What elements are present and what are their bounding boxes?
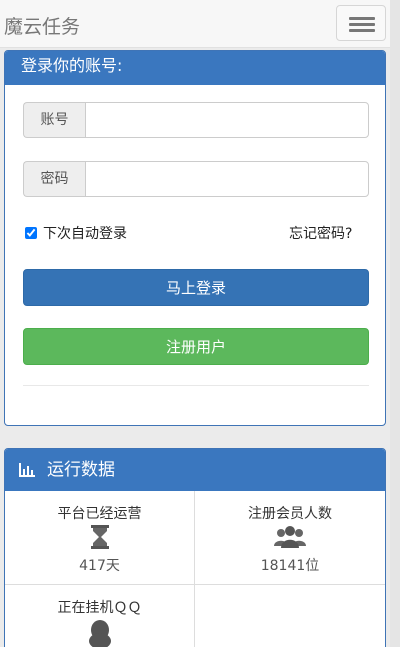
stat-cell-4 [195, 585, 385, 647]
register-button[interactable]: 注册用户 [23, 328, 369, 365]
password-label: 密码 [23, 161, 85, 197]
remember-me-checkbox[interactable] [25, 227, 37, 239]
stat-cell-members: 注册会员人数 18141位 [195, 491, 385, 585]
stat-label: 平台已经运营 [57, 506, 142, 522]
password-input[interactable] [85, 161, 369, 197]
stat-value: 18141位 [260, 558, 320, 574]
login-heading: 登录你的账号: [5, 51, 385, 85]
remember-me-label: 下次自动登录 [43, 226, 127, 242]
password-input-group: 密码 [23, 161, 369, 197]
stats-heading: 运行数据 [5, 449, 385, 491]
bar-chart-icon [19, 463, 35, 477]
hourglass-icon [90, 525, 109, 549]
hamburger-icon [349, 29, 375, 32]
divider [23, 385, 369, 386]
remember-me[interactable]: 下次自动登录 [25, 223, 127, 243]
forgot-password-link[interactable]: 忘记密码? [289, 223, 352, 243]
menu-toggle-button[interactable] [336, 5, 386, 41]
stats-heading-label: 运行数据 [47, 460, 115, 480]
stat-cell-online-qq: 正在挂机ＱＱ [5, 585, 195, 647]
hamburger-icon [349, 17, 375, 20]
qq-penguin-icon [88, 620, 111, 647]
account-input[interactable] [85, 102, 369, 138]
stat-label: 正在挂机ＱＱ [57, 600, 142, 616]
users-icon [274, 526, 306, 548]
account-input-group: 账号 [23, 102, 369, 138]
account-label: 账号 [23, 102, 85, 138]
brand-title[interactable]: 魔云任务 [4, 12, 80, 39]
stat-value: 417天 [79, 558, 120, 574]
login-panel: 登录你的账号: 账号 密码 下次自动登录 忘记密码? 马上登录 注册用户 [4, 50, 386, 426]
page-edge [390, 0, 400, 647]
stats-panel: 运行数据 平台已经运营 417天 注册会员人数 18141位 正在挂机ＱＱ [4, 448, 386, 647]
stat-label: 注册会员人数 [248, 506, 332, 522]
stat-cell-uptime: 平台已经运营 417天 [5, 491, 195, 585]
hamburger-icon [349, 23, 375, 26]
login-button[interactable]: 马上登录 [23, 269, 369, 306]
navbar: 魔云任务 [0, 0, 400, 48]
